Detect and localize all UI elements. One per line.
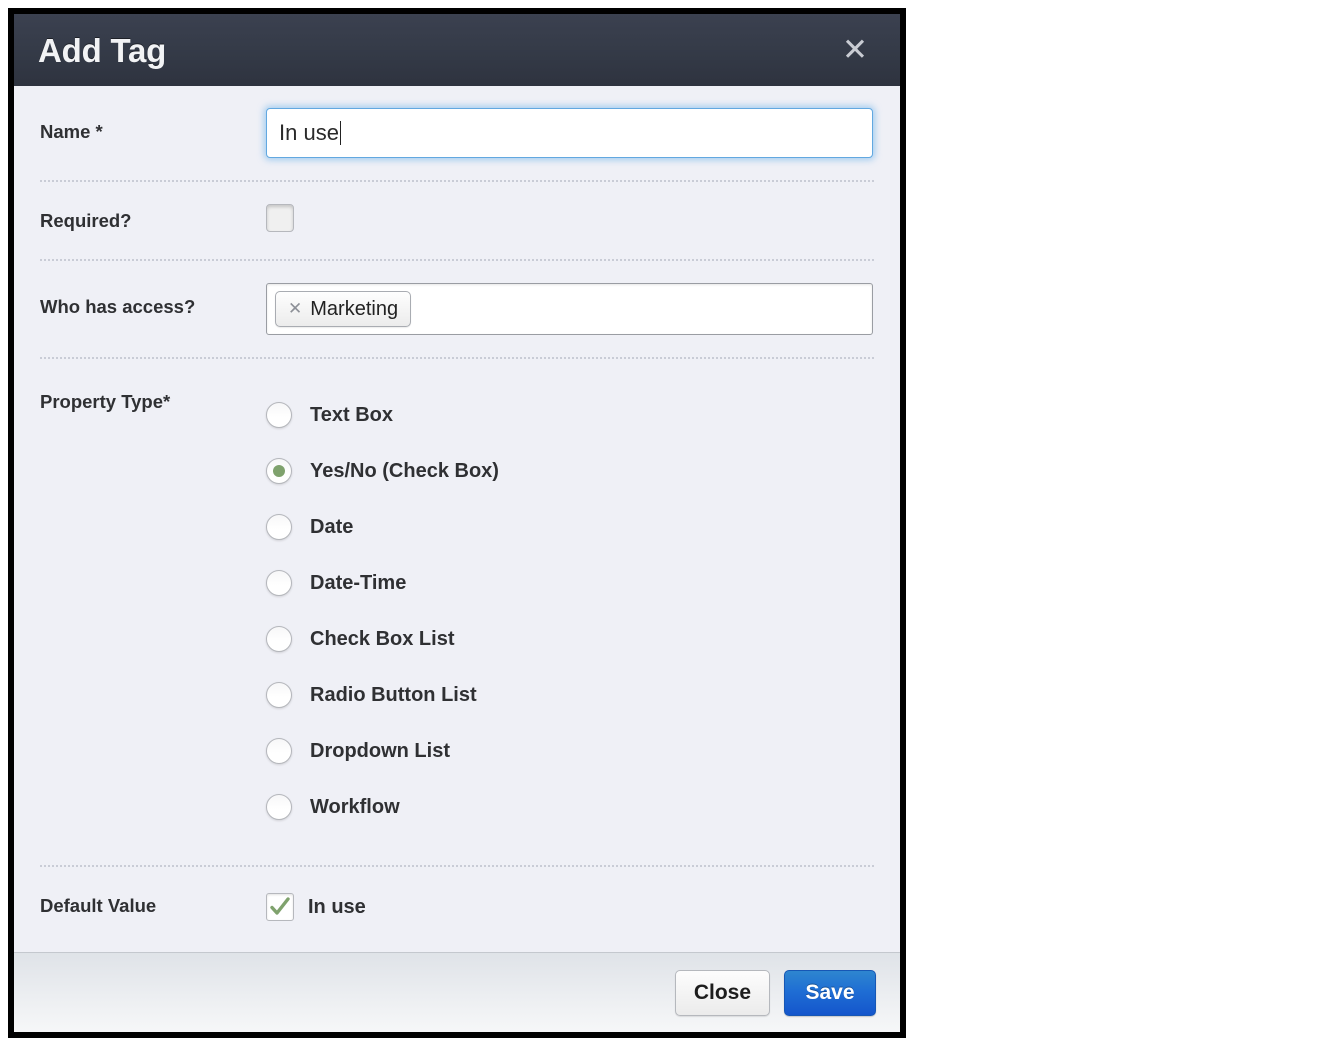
radio-icon[interactable] — [266, 570, 292, 596]
form-row-name: Name * In use — [40, 86, 874, 182]
radio-label: Radio Button List — [310, 683, 477, 706]
radio-option-dropdown-list[interactable]: Dropdown List — [266, 723, 874, 779]
close-button[interactable]: Close — [674, 969, 770, 1016]
radio-option-radio-button-list[interactable]: Radio Button List — [266, 667, 874, 723]
name-input[interactable]: In use — [266, 108, 873, 158]
form-row-access: Who has access? ✕ Marketing — [40, 261, 874, 359]
default-value-checkbox-label: In use — [308, 895, 366, 918]
modal-header: Add Tag ✕ — [14, 14, 900, 86]
required-checkbox[interactable] — [266, 204, 294, 232]
token-remove-icon[interactable]: ✕ — [288, 300, 302, 318]
radio-label: Yes/No (Check Box) — [310, 459, 499, 482]
checkmark-icon — [270, 897, 290, 915]
text-caret — [339, 121, 341, 145]
close-icon[interactable]: ✕ — [840, 34, 870, 65]
radio-option-text-box[interactable]: Text Box — [266, 387, 874, 443]
radio-label: Date-Time — [310, 571, 407, 594]
radio-icon[interactable] — [266, 402, 292, 428]
default-value-label: Default Value — [40, 895, 157, 916]
radio-option-date[interactable]: Date — [266, 499, 874, 555]
name-input-value: In use — [279, 120, 339, 145]
name-field-wrap: In use — [266, 108, 874, 158]
radio-label: Date — [310, 515, 354, 538]
required-field-wrap — [266, 204, 874, 237]
token-marketing[interactable]: ✕ Marketing — [275, 291, 412, 327]
radio-option-check-box-list[interactable]: Check Box List — [266, 611, 874, 667]
default-value-field-wrap: In use — [266, 889, 874, 921]
radio-label: Workflow — [310, 795, 400, 818]
radio-label: Text Box — [310, 403, 393, 426]
radio-icon[interactable] — [266, 514, 292, 540]
modal-footer: Close Save — [14, 952, 900, 1032]
radio-option-yes-no-check-box[interactable]: Yes/No (Check Box) — [266, 443, 874, 499]
radio-label: Dropdown List — [310, 739, 450, 762]
access-token-input[interactable]: ✕ Marketing — [266, 283, 873, 335]
default-value-checkbox-wrap[interactable]: In use — [266, 889, 874, 921]
radio-label: Check Box List — [310, 627, 455, 650]
radio-icon[interactable] — [266, 682, 292, 708]
add-tag-modal: Add Tag ✕ Name * In use Required? Who ha… — [8, 8, 906, 1038]
default-value-checkbox[interactable] — [266, 893, 294, 921]
modal-title: Add Tag — [38, 31, 167, 69]
property-type-options: Text Box Yes/No (Check Box) Date Date-Ti… — [266, 385, 874, 835]
name-label: Name * — [40, 121, 103, 142]
property-type-label: Property Type* — [40, 391, 171, 412]
access-field-wrap: ✕ Marketing — [266, 283, 874, 335]
radio-option-date-time[interactable]: Date-Time — [266, 555, 874, 611]
radio-option-workflow[interactable]: Workflow — [266, 779, 874, 835]
radio-icon[interactable] — [266, 626, 292, 652]
required-label: Required? — [40, 210, 132, 231]
form-row-default-value: Default Value In use — [40, 867, 874, 943]
radio-icon[interactable] — [266, 738, 292, 764]
save-button[interactable]: Save — [784, 969, 876, 1016]
token-label: Marketing — [310, 297, 399, 320]
form-row-property-type: Property Type* Text Box Yes/No (Check Bo… — [40, 359, 874, 867]
form-row-required: Required? — [40, 182, 874, 261]
modal-body: Name * In use Required? Who has access? … — [14, 86, 900, 952]
radio-icon[interactable] — [266, 794, 292, 820]
access-label: Who has access? — [40, 296, 196, 317]
radio-icon-selected[interactable] — [266, 458, 292, 484]
